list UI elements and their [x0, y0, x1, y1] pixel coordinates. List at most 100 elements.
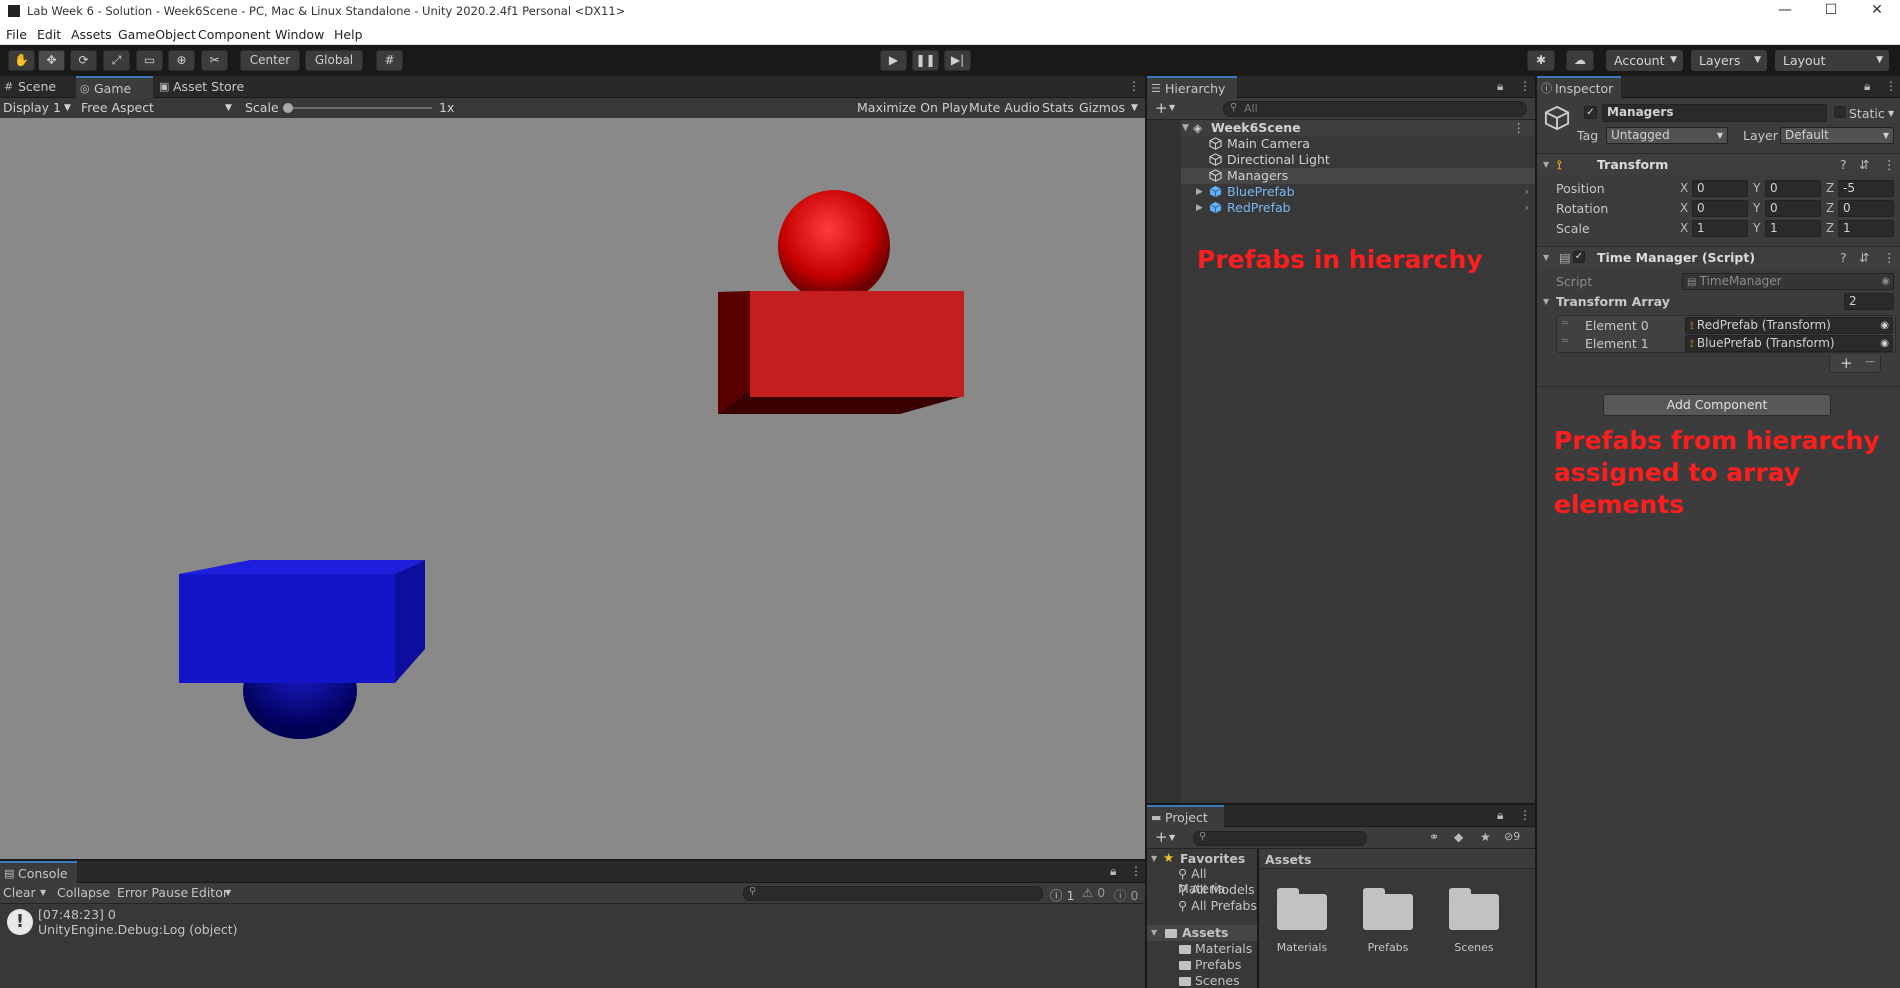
- menu-help[interactable]: Help: [334, 27, 363, 42]
- scale-x-field[interactable]: 1: [1692, 220, 1748, 237]
- more-options-icon[interactable]: ⋮: [1513, 120, 1526, 136]
- favorite-item[interactable]: ⚲ All Models: [1178, 882, 1255, 897]
- assets-tree-item[interactable]: Scenes: [1179, 973, 1240, 988]
- lock-icon[interactable]: 🔒︎: [1864, 79, 1870, 94]
- element-object-field[interactable]: ⟟ RedPrefab (Transform) ◉: [1685, 317, 1893, 334]
- more-options-icon[interactable]: ⋮: [1519, 79, 1531, 93]
- object-picker-icon[interactable]: ◉: [1880, 336, 1889, 351]
- hierarchy-item-managers[interactable]: Managers: [1181, 168, 1535, 184]
- add-component-button[interactable]: Add Component: [1603, 394, 1831, 416]
- hierarchy-item-blueprefab[interactable]: ▶ BluePrefab ›: [1181, 184, 1535, 200]
- array-element-row[interactable]: ═ Element 0 ⟟ RedPrefab (Transform) ◉: [1557, 316, 1895, 334]
- remove-element-icon[interactable]: −: [1864, 354, 1876, 370]
- scale-slider-track[interactable]: [290, 107, 432, 109]
- hand-tool-icon[interactable]: ✋: [8, 50, 35, 71]
- tab-inspector[interactable]: ⓘ Inspector: [1537, 76, 1621, 98]
- collapse-toggle[interactable]: Collapse: [57, 885, 110, 900]
- close-button[interactable]: ✕: [1854, 0, 1900, 22]
- foldout-arrow-icon[interactable]: ▼: [1151, 928, 1157, 937]
- warning-count-toggle[interactable]: ⚠ 0: [1082, 885, 1105, 900]
- move-tool-icon[interactable]: ✥: [38, 50, 65, 71]
- time-manager-header[interactable]: ▼ ▤ ✓ Time Manager (Script) ? ⇵ ⋮: [1537, 246, 1900, 268]
- assets-tree-item[interactable]: Materials: [1179, 941, 1252, 956]
- asset-folder-label[interactable]: Prefabs: [1353, 941, 1423, 954]
- pivot-global-toggle[interactable]: Global: [305, 50, 363, 71]
- asset-folder-label[interactable]: Materials: [1267, 941, 1337, 954]
- filter-type-icon[interactable]: ⚭: [1429, 830, 1439, 844]
- drag-handle-icon[interactable]: ═: [1562, 336, 1568, 347]
- lock-icon[interactable]: 🔒︎: [1110, 864, 1116, 879]
- foldout-arrow-icon[interactable]: ▼: [1543, 297, 1549, 306]
- more-options-icon[interactable]: ⋮: [1130, 864, 1142, 878]
- cloud-icon[interactable]: ☁: [1566, 50, 1594, 71]
- expand-arrow-icon[interactable]: ▶: [1196, 200, 1203, 216]
- position-y-field[interactable]: 0: [1765, 180, 1821, 197]
- transform-header[interactable]: ▼ ⟟ Transform ? ⇵ ⋮: [1537, 153, 1900, 175]
- add-icon[interactable]: +: [1155, 828, 1168, 846]
- chevron-down-icon[interactable]: ▼: [1169, 833, 1175, 842]
- active-checkbox[interactable]: ✓: [1584, 106, 1597, 119]
- foldout-arrow-icon[interactable]: ▼: [1543, 154, 1549, 176]
- element-object-field[interactable]: ⟟ BluePrefab (Transform) ◉: [1685, 335, 1893, 352]
- array-size-field[interactable]: 2: [1844, 293, 1894, 310]
- mute-audio-toggle[interactable]: Mute Audio: [969, 100, 1040, 115]
- custom-tool-icon[interactable]: ✂: [201, 50, 228, 71]
- maximize-button[interactable]: ☐: [1808, 0, 1854, 22]
- tab-asset-store[interactable]: ▣ Asset Store: [155, 76, 255, 98]
- play-button[interactable]: ▶: [880, 50, 907, 71]
- tab-console[interactable]: ▤ Console: [0, 861, 77, 883]
- console-log-entry[interactable]: ! [07:48:23] 0 UnityEngine.Debug:Log (ob…: [0, 904, 1145, 940]
- layout-dropdown[interactable]: Layout ▼: [1775, 50, 1889, 71]
- rotation-y-field[interactable]: 0: [1765, 200, 1821, 217]
- chevron-down-icon[interactable]: ▼: [1888, 109, 1894, 118]
- stats-toggle[interactable]: Stats: [1042, 100, 1074, 115]
- display-dropdown[interactable]: Display 1: [3, 100, 61, 115]
- asset-folder-label[interactable]: Scenes: [1439, 941, 1509, 954]
- layers-dropdown[interactable]: Layers ▼: [1691, 50, 1767, 71]
- collab-icon[interactable]: ✱: [1527, 50, 1555, 71]
- more-options-icon[interactable]: ⋮: [1883, 247, 1896, 269]
- filter-label-icon[interactable]: ◆: [1454, 830, 1463, 844]
- transform-tool-icon[interactable]: ⊕: [168, 50, 195, 71]
- layer-dropdown[interactable]: Default ▼: [1780, 127, 1894, 144]
- folder-icon[interactable]: [1363, 888, 1413, 930]
- aspect-dropdown[interactable]: Free Aspect: [81, 100, 154, 115]
- menu-gameobject[interactable]: GameObject: [118, 27, 196, 42]
- menu-component[interactable]: Component: [198, 27, 271, 42]
- preset-icon[interactable]: ⇵: [1859, 154, 1869, 176]
- component-enabled-checkbox[interactable]: ✓: [1573, 251, 1585, 263]
- add-icon[interactable]: +: [1155, 99, 1168, 117]
- lock-icon[interactable]: 🔒︎: [1497, 808, 1503, 823]
- rotate-tool-icon[interactable]: ⟳: [70, 50, 97, 71]
- log-count-toggle[interactable]: ⓘ 1: [1050, 885, 1074, 904]
- scale-z-field[interactable]: 1: [1838, 220, 1894, 237]
- pivot-center-toggle[interactable]: Center: [240, 50, 300, 71]
- assets-tree-item[interactable]: Prefabs: [1179, 957, 1241, 972]
- folder-icon[interactable]: [1277, 888, 1327, 930]
- add-element-icon[interactable]: +: [1840, 354, 1853, 372]
- gizmos-dropdown[interactable]: Gizmos: [1079, 100, 1125, 115]
- scale-slider-handle[interactable]: [283, 103, 293, 113]
- expand-arrow-icon[interactable]: ▼: [1182, 120, 1189, 136]
- more-options-icon[interactable]: ⋮: [1883, 154, 1896, 176]
- chevron-down-icon[interactable]: ▼: [40, 888, 46, 897]
- minimize-button[interactable]: —: [1762, 0, 1808, 22]
- scale-tool-icon[interactable]: ⤢: [103, 50, 130, 71]
- hierarchy-search-input[interactable]: ⚲ All: [1223, 101, 1527, 117]
- assets-tree-root[interactable]: ▼ Assets: [1147, 925, 1257, 941]
- chevron-down-icon[interactable]: ▼: [1169, 103, 1175, 112]
- star-icon[interactable]: ★: [1480, 830, 1491, 844]
- preset-icon[interactable]: ⇵: [1859, 247, 1869, 269]
- tab-scene[interactable]: # Scene: [0, 76, 76, 98]
- clear-button[interactable]: Clear: [3, 885, 36, 900]
- menu-assets[interactable]: Assets: [71, 27, 112, 42]
- help-icon[interactable]: ?: [1840, 247, 1847, 269]
- rotation-z-field[interactable]: 0: [1838, 200, 1894, 217]
- array-element-row[interactable]: ═ Element 1 ⟟ BluePrefab (Transform) ◉: [1557, 334, 1895, 352]
- editor-dropdown[interactable]: Editor: [191, 885, 228, 900]
- drag-handle-icon[interactable]: ═: [1562, 318, 1568, 329]
- error-pause-toggle[interactable]: Error Pause: [117, 885, 188, 900]
- game-viewport[interactable]: [0, 118, 1145, 859]
- tab-project[interactable]: ▬ Project: [1147, 805, 1224, 827]
- foldout-arrow-icon[interactable]: ▼: [1151, 854, 1157, 863]
